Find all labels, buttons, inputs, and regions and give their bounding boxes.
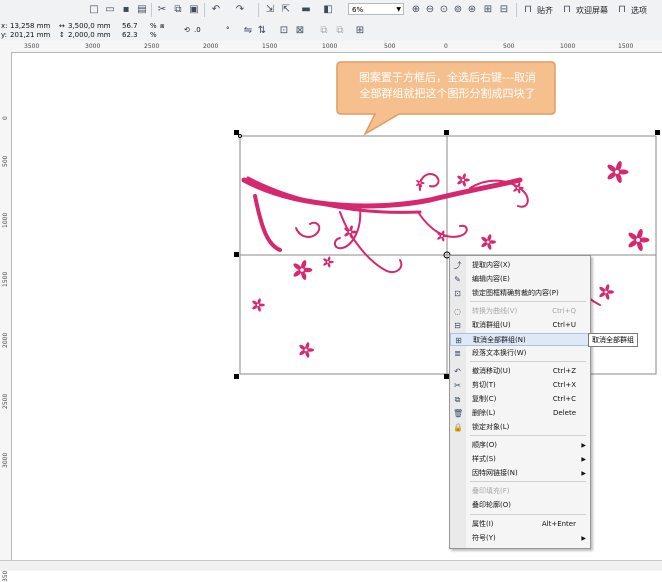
flower-mark	[293, 260, 313, 280]
extract-icon: ⤴	[453, 261, 462, 270]
context-menu-item[interactable]: ◌ 转换为曲线(V) Ctrl+Q	[450, 305, 590, 318]
flower-mark	[599, 284, 615, 300]
cut-icon: ✂	[454, 381, 461, 390]
menu-item-shortcut: Ctrl+U	[552, 321, 576, 329]
menu-item-label: 顺序(O)	[472, 441, 497, 449]
menu-item-label: 转换为曲线(V)	[472, 307, 518, 315]
menu-item-label: 取消全部群组(N)	[473, 336, 526, 344]
menu-item-label: 样式(S)	[472, 455, 496, 463]
flower-mark	[416, 178, 425, 188]
flower-mark	[628, 229, 650, 251]
delete-icon: 🗑	[453, 409, 464, 418]
menu-item-label: 锁定图框精确剪裁的内容(P)	[472, 289, 559, 297]
flower-mark	[299, 342, 315, 358]
edit-contents-icon: ✎	[454, 275, 461, 284]
context-menu-item[interactable]: ⊞ 取消全部群组(N)	[450, 333, 590, 346]
menu-item-label: 因特网链接(N)	[472, 469, 518, 477]
menu-item-shortcut: Ctrl+X	[552, 381, 576, 389]
context-menu-item[interactable]: ✎ 编辑内容(E)	[450, 273, 590, 286]
menu-item-label: 复制(C)	[472, 395, 497, 403]
context-menu-item[interactable]: 🗑 删除(L) Delete	[450, 407, 590, 420]
context-menu-item[interactable]: 叠印轮廓(O)	[450, 499, 590, 512]
ungroup-all-icon: ⊞	[455, 336, 462, 345]
context-menu-item[interactable]: 属性(I) Alt+Enter	[450, 518, 590, 531]
context-menu-item[interactable]: ⊡ 锁定图框精确剪裁的内容(P)	[450, 287, 590, 300]
callout-line-2: 全部群组就把这个图形分割成四块了	[359, 87, 536, 100]
menu-item-label: 段落文本换行(W)	[472, 349, 527, 357]
convert-curve-icon: ◌	[454, 307, 461, 316]
callout-text: 图案置于方框后，全选后右键---取消 全部群组就把这个图形分割成四块了	[345, 70, 550, 102]
flower-mark	[457, 173, 470, 187]
menu-item-label: 取消群组(U)	[472, 321, 511, 329]
menu-item-shortcut: Ctrl+Q	[552, 307, 576, 315]
context-menu-item[interactable]: ⊟ 取消群组(U) Ctrl+U	[450, 319, 590, 332]
context-menu-item[interactable]: 🔒 锁定对象(L)	[450, 421, 590, 434]
menu-item-label: 撤消移动(U)	[472, 367, 511, 375]
menu-item-label: 提取内容(X)	[472, 261, 511, 269]
context-menu-item[interactable]: 顺序(O) ▶	[450, 439, 590, 452]
context-menu-item[interactable]: 叠印填充(F)	[450, 485, 590, 498]
submenu-arrow-icon: ▶	[581, 470, 586, 477]
context-menu-item[interactable]: ⤴ 提取内容(X)	[450, 259, 590, 272]
context-menu-item[interactable]: 因特网链接(N) ▶	[450, 467, 590, 480]
context-menu-item[interactable]: 样式(S) ▶	[450, 453, 590, 466]
flower-mark	[323, 256, 334, 268]
menu-item-label: 剪切(T)	[472, 381, 496, 389]
context-menu: ⤴ 提取内容(X) ✎ 编辑内容(E) ⊡ 锁定图框精确剪裁的内容(P) ◌ 转换为曲线(V)…	[449, 255, 591, 549]
flower-mark	[481, 234, 497, 250]
context-menu-item[interactable]: 符号(Y) ▶	[450, 532, 590, 545]
menu-item-shortcut: Ctrl+C	[552, 395, 576, 403]
menu-tooltip: 取消全部群组	[588, 333, 638, 347]
lock-object-icon: 🔒	[453, 423, 463, 432]
menu-item-label: 叠印轮廓(O)	[472, 501, 511, 509]
submenu-arrow-icon: ▶	[581, 535, 586, 542]
submenu-arrow-icon: ▶	[581, 442, 586, 449]
undo-icon: ↶	[454, 367, 461, 376]
submenu-arrow-icon: ▶	[581, 456, 586, 463]
menu-item-label: 叠印填充(F)	[472, 487, 510, 495]
context-menu-item[interactable]: ✂ 剪切(T) Ctrl+X	[450, 379, 590, 392]
menu-item-label: 符号(Y)	[472, 534, 496, 542]
context-menu-item[interactable]: ≣ 段落文本换行(W)	[450, 347, 590, 360]
lock-icon: ⊡	[454, 289, 461, 298]
menu-item-label: 属性(I)	[472, 520, 494, 528]
context-menu-item[interactable]: ⧉ 复制(C) Ctrl+C	[450, 393, 590, 406]
copy-icon: ⧉	[454, 395, 461, 404]
flower-mark	[252, 298, 265, 312]
menu-item-shortcut: Delete	[553, 409, 576, 417]
horizontal-scrollbar[interactable]	[0, 560, 662, 571]
context-menu-item[interactable]: ↶ 撤消移动(U) Ctrl+Z	[450, 365, 590, 378]
text-wrap-icon: ≣	[454, 349, 461, 358]
flower-mark	[607, 161, 629, 183]
menu-item-shortcut: Alt+Enter	[541, 520, 576, 528]
menu-item-label: 删除(L)	[472, 409, 496, 417]
callout-line-1: 图案置于方框后，全选后右键---取消	[359, 71, 536, 84]
ungroup-icon: ⊟	[454, 321, 461, 330]
menu-item-shortcut: Ctrl+Z	[552, 367, 576, 375]
menu-item-label: 锁定对象(L)	[472, 423, 510, 431]
menu-item-label: 编辑内容(E)	[472, 275, 510, 283]
